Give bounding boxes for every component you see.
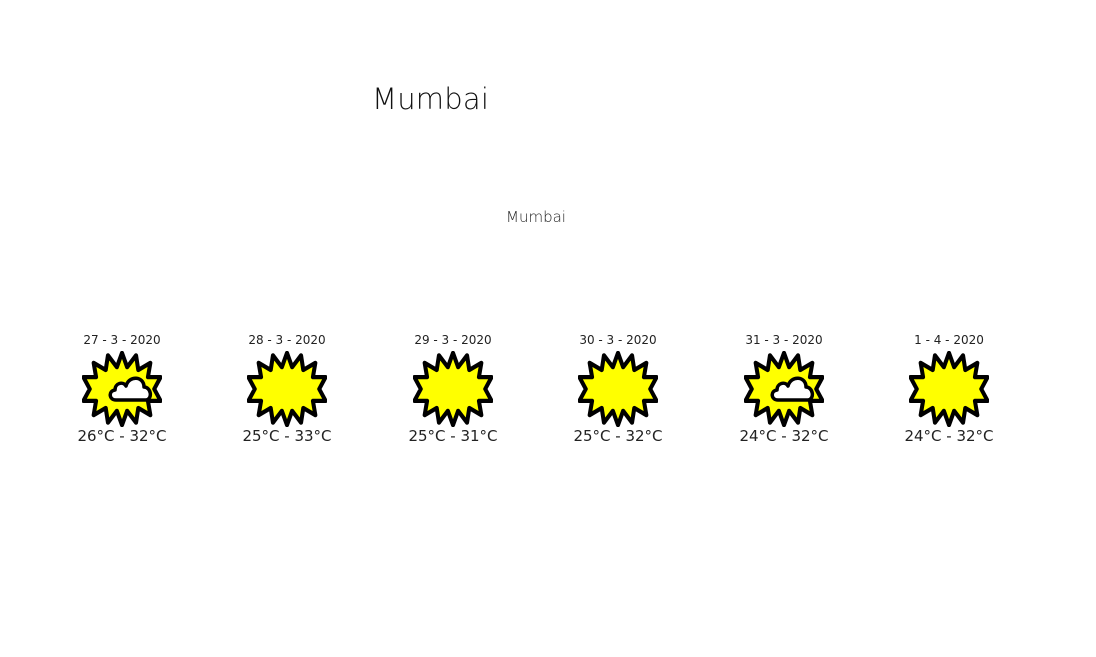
forecast-date: 29 - 3 - 2020: [414, 333, 492, 347]
forecast-date: 28 - 3 - 2020: [248, 333, 326, 347]
page-title: Mumbai: [372, 82, 490, 116]
sun-icon: [909, 351, 989, 427]
forecast-date: 31 - 3 - 2020: [745, 333, 823, 347]
forecast-day: 29 - 3 - 2020 25°C - 31°C: [388, 332, 518, 446]
partly-cloudy-icon: [744, 351, 824, 427]
forecast-date: 27 - 3 - 2020: [83, 333, 161, 347]
partly-cloudy-icon: [82, 351, 162, 427]
forecast-temp: 25°C - 33°C: [242, 427, 332, 445]
forecast-date: 1 - 4 - 2020: [914, 333, 984, 347]
forecast-day: 28 - 3 - 2020 25°C - 33°C: [222, 332, 352, 446]
forecast-temp: 25°C - 31°C: [408, 427, 498, 445]
forecast-temp: 25°C - 32°C: [573, 427, 663, 445]
sun-icon: [578, 351, 658, 427]
city-name: Mumbai: [506, 208, 566, 226]
forecast-day: 31 - 3 - 2020 24°C - 32°C: [719, 332, 849, 446]
forecast-day: 1 - 4 - 2020 24°C - 32°C: [884, 332, 1014, 446]
sun-icon: [413, 351, 493, 427]
forecast-date: 30 - 3 - 2020: [579, 333, 657, 347]
forecast-temp: 24°C - 32°C: [739, 427, 829, 445]
forecast-day: 27 - 3 - 2020 26°C - 32°C: [57, 332, 187, 446]
sun-icon: [247, 351, 327, 427]
forecast-temp: 26°C - 32°C: [77, 427, 167, 445]
forecast-row: 27 - 3 - 2020 26°C - 32°C 28 - 3 - 2020 …: [0, 332, 1096, 462]
forecast-day: 30 - 3 - 2020 25°C - 32°C: [553, 332, 683, 446]
forecast-temp: 24°C - 32°C: [904, 427, 994, 445]
